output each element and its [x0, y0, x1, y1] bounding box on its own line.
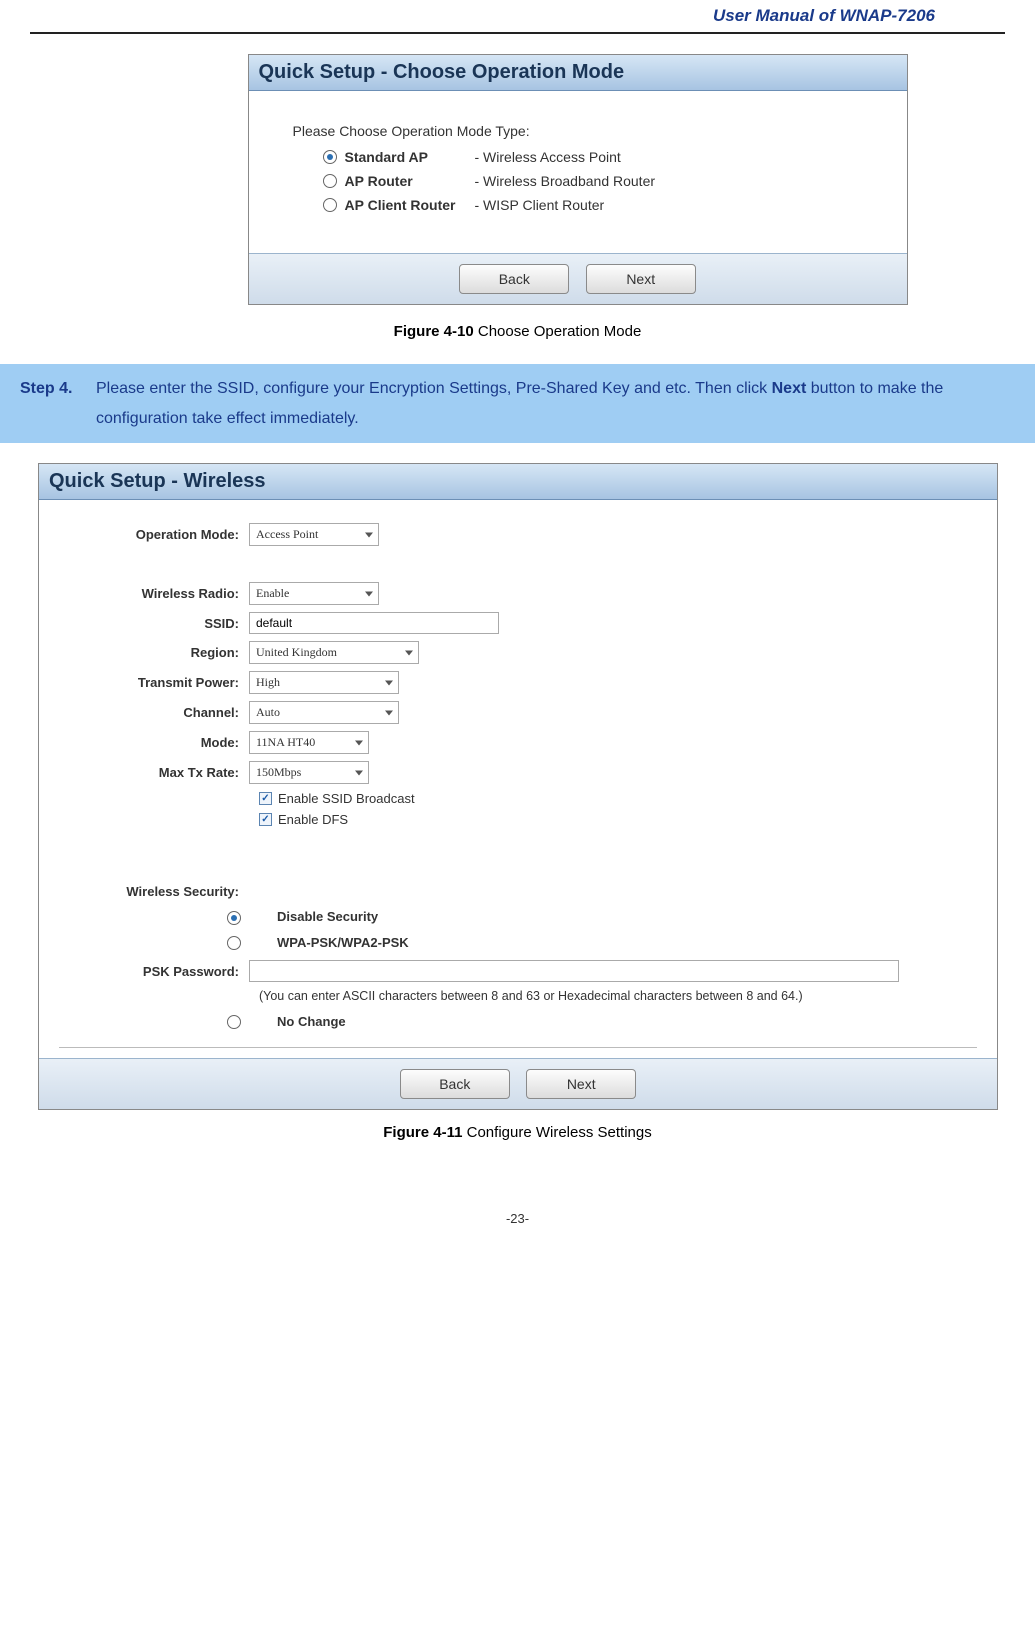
step4-text: Please enter the SSID, configure your En…: [96, 374, 1029, 433]
fig2-footer: Back Next: [39, 1058, 997, 1109]
transmit-power-select[interactable]: High: [249, 671, 399, 694]
radio-icon: [227, 936, 241, 950]
radio-icon: [323, 174, 337, 188]
select-value: Auto: [256, 705, 280, 719]
op-mode-option-ap-router[interactable]: AP Router - Wireless Broadband Router: [323, 173, 893, 189]
next-button[interactable]: Next: [526, 1069, 636, 1099]
chevron-down-icon: [355, 740, 363, 745]
chevron-down-icon: [355, 770, 363, 775]
ssid-label: SSID:: [59, 616, 249, 631]
step4-text-before: Please enter the SSID, configure your En…: [96, 380, 772, 397]
max-tx-rate-select[interactable]: 150Mbps: [249, 761, 369, 784]
back-button[interactable]: Back: [400, 1069, 510, 1099]
checkbox-icon: ✓: [259, 813, 272, 826]
security-nochange-option[interactable]: No Change: [277, 1014, 346, 1029]
checkbox-label: Enable SSID Broadcast: [278, 791, 415, 806]
radio-icon: [323, 150, 337, 164]
select-value: Enable: [256, 586, 289, 600]
select-value: 11NA HT40: [256, 735, 315, 749]
fig1-title: Quick Setup - Choose Operation Mode: [259, 61, 625, 83]
fig1-caption-bold: Figure 4-10: [394, 323, 474, 340]
option-desc: - WISP Client Router: [475, 197, 605, 213]
step4-label: Step 4.: [6, 374, 96, 433]
option-name: AP Router: [345, 173, 475, 189]
region-label: Region:: [59, 645, 249, 660]
option-name: AP Client Router: [345, 197, 475, 213]
chevron-down-icon: [405, 650, 413, 655]
option-desc: - Wireless Access Point: [475, 149, 621, 165]
channel-label: Channel:: [59, 705, 249, 720]
enable-dfs-row[interactable]: ✓ Enable DFS: [259, 812, 977, 827]
transmit-power-label: Transmit Power:: [59, 675, 249, 690]
ssid-input[interactable]: [249, 612, 499, 634]
wireless-radio-label: Wireless Radio:: [59, 586, 249, 601]
option-name: Standard AP: [345, 149, 475, 165]
fig1-prompt: Please Choose Operation Mode Type:: [293, 123, 893, 139]
fig2-panel: Quick Setup - Wireless Operation Mode: A…: [38, 463, 998, 1110]
wireless-security-label: Wireless Security:: [59, 884, 249, 899]
checkbox-icon: ✓: [259, 792, 272, 805]
chevron-down-icon: [365, 532, 373, 537]
select-value: Access Point: [256, 527, 318, 541]
back-button[interactable]: Back: [459, 264, 569, 294]
fig2-caption-bold: Figure 4-11: [383, 1124, 462, 1141]
step4-callout: Step 4. Please enter the SSID, configure…: [0, 364, 1035, 443]
fig2-title: Quick Setup - Wireless: [49, 470, 266, 492]
security-wpa-option[interactable]: WPA-PSK/WPA2-PSK: [277, 935, 409, 950]
chevron-down-icon: [385, 710, 393, 715]
fig1-title-bar: Quick Setup - Choose Operation Mode: [249, 55, 907, 91]
select-value: United Kingdom: [256, 645, 337, 659]
enable-ssid-broadcast-row[interactable]: ✓ Enable SSID Broadcast: [259, 791, 977, 806]
op-mode-option-standard-ap[interactable]: Standard AP - Wireless Access Point: [323, 149, 893, 165]
radio-icon: [227, 1015, 241, 1029]
region-select[interactable]: United Kingdom: [249, 641, 419, 664]
fig1-caption-rest: Choose Operation Mode: [474, 323, 642, 340]
fig1-panel: Quick Setup - Choose Operation Mode Plea…: [248, 54, 908, 305]
chevron-down-icon: [385, 680, 393, 685]
channel-select[interactable]: Auto: [249, 701, 399, 724]
step4-bold: Next: [772, 380, 807, 397]
select-value: High: [256, 675, 280, 689]
select-value: 150Mbps: [256, 765, 301, 779]
max-tx-rate-label: Max Tx Rate:: [59, 765, 249, 780]
fig2-caption-rest: Configure Wireless Settings: [462, 1124, 651, 1141]
security-disable-option[interactable]: Disable Security: [277, 909, 378, 924]
radio-icon: [227, 911, 241, 925]
psk-hint: (You can enter ASCII characters between …: [259, 989, 977, 1003]
op-mode-option-ap-client-router[interactable]: AP Client Router - WISP Client Router: [323, 197, 893, 213]
operation-mode-label: Operation Mode:: [59, 527, 249, 542]
checkbox-label: Enable DFS: [278, 812, 348, 827]
fig2-caption: Figure 4-11 Configure Wireless Settings: [0, 1124, 1035, 1141]
radio-icon: [323, 198, 337, 212]
psk-password-label: PSK Password:: [59, 964, 249, 979]
fig1-footer: Back Next: [249, 253, 907, 304]
fig2-title-bar: Quick Setup - Wireless: [39, 464, 997, 500]
mode-label: Mode:: [59, 735, 249, 750]
fig1-caption: Figure 4-10 Choose Operation Mode: [0, 323, 1035, 340]
chevron-down-icon: [365, 591, 373, 596]
mode-select[interactable]: 11NA HT40: [249, 731, 369, 754]
psk-password-input[interactable]: [249, 960, 899, 982]
operation-mode-select[interactable]: Access Point: [249, 523, 379, 546]
wireless-radio-select[interactable]: Enable: [249, 582, 379, 605]
doc-header: User Manual of WNAP-7206: [30, 0, 1005, 34]
doc-title: User Manual of WNAP-7206: [713, 6, 935, 25]
option-desc: - Wireless Broadband Router: [475, 173, 656, 189]
page-number: -23-: [0, 1211, 1035, 1226]
next-button[interactable]: Next: [586, 264, 696, 294]
